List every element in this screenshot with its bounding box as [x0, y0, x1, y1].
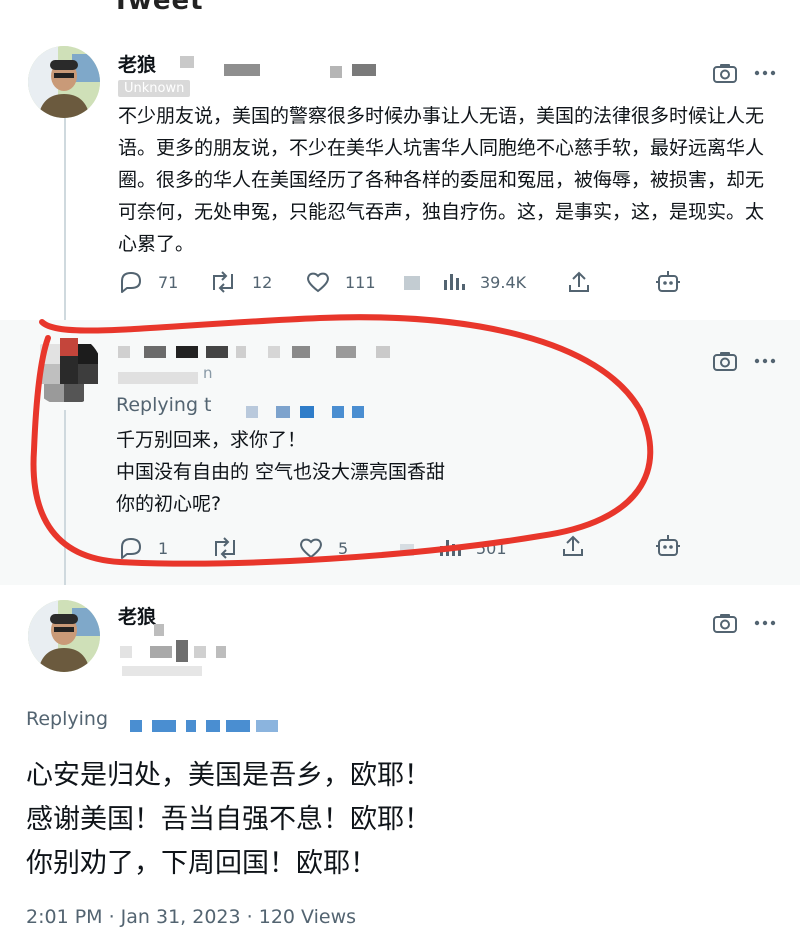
blurred-handle [224, 64, 260, 76]
retweet-icon [213, 271, 233, 293]
thread-line [64, 112, 66, 322]
retweet-count: 12 [252, 272, 273, 292]
views-button[interactable]: 39.4K [404, 270, 526, 294]
views-count: 39.4K [480, 272, 527, 292]
tweet-text-line: 感谢美国！吾当自强不息！欧耶！ [26, 804, 431, 835]
more-options-icon[interactable] [752, 62, 778, 84]
page-header-title: Tweet [112, 0, 204, 16]
camera-icon[interactable] [712, 612, 738, 634]
heart-icon [307, 272, 329, 293]
status-badge: Unknown [118, 80, 191, 97]
tweet-text-line: 心安是归处，美国是吾乡，欧耶！ [26, 760, 431, 791]
avatar[interactable] [28, 600, 100, 672]
reply-count: 71 [158, 272, 179, 292]
red-circle-annotation [30, 314, 654, 567]
share-icon[interactable] [566, 270, 592, 294]
blurred-handle [330, 66, 342, 78]
camera-icon[interactable] [712, 62, 738, 84]
blurred-handle [194, 646, 206, 658]
blurred-handle [150, 646, 172, 658]
blurred-handle [122, 666, 202, 676]
retweet-button[interactable]: 12 [208, 270, 272, 294]
tweet-text-line: 你别劝了，下周回国！欧耶！ [26, 848, 377, 879]
reply-button[interactable]: 71 [118, 270, 178, 294]
like-count: 111 [345, 272, 376, 292]
tweet-3[interactable]: 老狼 Replying 心安是归处，美国是吾乡，欧耶！ 感谢美国！吾当自强不息！… [0, 588, 800, 928]
blurred-mention [152, 720, 176, 732]
author-name[interactable]: 老狼 [118, 602, 156, 629]
blurred-mention [186, 720, 196, 732]
avatar[interactable] [28, 46, 100, 118]
blurred-handle [180, 56, 194, 68]
blurred-mention [206, 720, 220, 732]
views-icon [404, 274, 465, 290]
avatar-image [28, 600, 100, 672]
author-name[interactable]: 老狼 [118, 50, 156, 77]
more-options-icon[interactable] [752, 612, 778, 634]
blurred-handle [176, 640, 188, 662]
replying-to-label: Replying [26, 708, 109, 730]
tweet-text: 不少朋友说，美国的警察很多时候办事让人无语，美国的法律很多时候让人无语。更多的朋… [118, 105, 765, 255]
blurred-handle [120, 646, 132, 658]
grok-bot-icon[interactable] [654, 268, 682, 296]
blurred-mention [130, 720, 142, 732]
blurred-mention [256, 720, 278, 732]
avatar-image [28, 46, 100, 118]
like-button[interactable]: 111 [305, 270, 376, 294]
blurred-handle [154, 624, 164, 636]
blurred-handle [216, 646, 226, 658]
blurred-mention [226, 720, 250, 732]
reply-icon [121, 272, 141, 293]
tweet-1[interactable]: 老狼 Unknown 不少朋友说，美国的警察很多时候办事让人无语，美国的法律很多… [0, 30, 800, 322]
blurred-handle [352, 64, 376, 76]
